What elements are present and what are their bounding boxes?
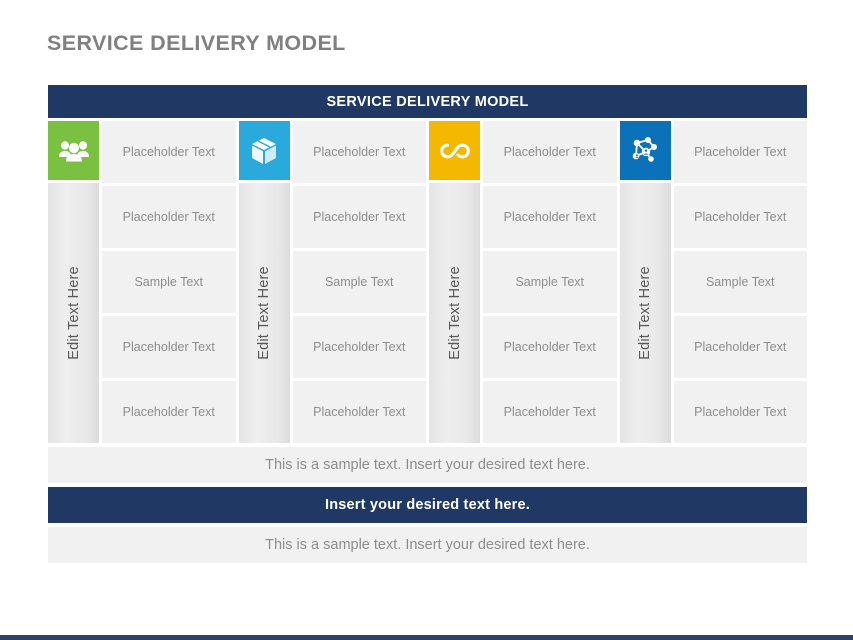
- icon-tile-3[interactable]: [429, 121, 480, 180]
- footer-bar-1[interactable]: This is a sample text. Insert your desir…: [48, 447, 807, 483]
- vertical-label-3[interactable]: Edit Text Here: [429, 183, 480, 443]
- page-bottom-accent-bar: [0, 635, 853, 640]
- column-group-4: Edit Text Here Placeholder Text Placehol…: [619, 121, 807, 443]
- column-cells-1: Placeholder Text Placeholder Text Sample…: [102, 121, 236, 443]
- vertical-label-text-4: Edit Text Here: [637, 266, 654, 360]
- cell-2-3[interactable]: Sample Text: [292, 251, 426, 313]
- cell-4-3[interactable]: Sample Text: [673, 251, 807, 313]
- page-title: SERVICE DELIVERY MODEL: [47, 31, 346, 55]
- cell-1-5[interactable]: Placeholder Text: [102, 381, 236, 443]
- cell-2-1[interactable]: Placeholder Text: [292, 121, 426, 183]
- icon-tile-4[interactable]: [619, 121, 671, 180]
- column-group-2: Edit Text Here Placeholder Text Placehol…: [238, 121, 426, 443]
- vertical-label-2[interactable]: Edit Text Here: [238, 183, 290, 443]
- vertical-label-text-3: Edit Text Here: [446, 266, 463, 360]
- column-cells-4: Placeholder Text Placeholder Text Sample…: [673, 121, 807, 443]
- cell-3-3[interactable]: Sample Text: [483, 251, 617, 313]
- diagram-header-band: SERVICE DELIVERY MODEL: [48, 85, 807, 118]
- cell-1-1[interactable]: Placeholder Text: [102, 121, 236, 183]
- cell-4-4[interactable]: Placeholder Text: [673, 316, 807, 378]
- column-group-1: Edit Text Here Placeholder Text Placehol…: [48, 121, 236, 443]
- cell-4-2[interactable]: Placeholder Text: [673, 186, 807, 248]
- cell-1-4[interactable]: Placeholder Text: [102, 316, 236, 378]
- cell-2-2[interactable]: Placeholder Text: [292, 186, 426, 248]
- icon-tile-1[interactable]: [48, 121, 99, 180]
- column-cells-2: Placeholder Text Placeholder Text Sample…: [292, 121, 426, 443]
- cell-3-1[interactable]: Placeholder Text: [483, 121, 617, 183]
- column-strip-1: Edit Text Here: [48, 121, 99, 443]
- cell-2-4[interactable]: Placeholder Text: [292, 316, 426, 378]
- cell-4-1[interactable]: Placeholder Text: [673, 121, 807, 183]
- package-box-icon: [250, 136, 278, 166]
- footer-bar-3[interactable]: This is a sample text. Insert your desir…: [48, 527, 807, 563]
- cell-4-5[interactable]: Placeholder Text: [673, 381, 807, 443]
- column-group-3: Edit Text Here Placeholder Text Placehol…: [429, 121, 617, 443]
- people-group-icon: [58, 138, 90, 164]
- footer-bar-2[interactable]: Insert your desired text here.: [48, 487, 807, 523]
- diagram-header-label: SERVICE DELIVERY MODEL: [326, 93, 529, 110]
- vertical-label-text-2: Edit Text Here: [256, 266, 273, 360]
- cell-3-4[interactable]: Placeholder Text: [483, 316, 617, 378]
- column-cells-3: Placeholder Text Placeholder Text Sample…: [483, 121, 617, 443]
- cell-3-5[interactable]: Placeholder Text: [483, 381, 617, 443]
- cell-2-5[interactable]: Placeholder Text: [292, 381, 426, 443]
- cell-3-2[interactable]: Placeholder Text: [483, 186, 617, 248]
- vertical-label-4[interactable]: Edit Text Here: [619, 183, 671, 443]
- icon-tile-2[interactable]: [238, 121, 290, 180]
- cell-1-3[interactable]: Sample Text: [102, 251, 236, 313]
- matrix: Edit Text Here Placeholder Text Placehol…: [48, 121, 807, 443]
- network-nodes-icon: [629, 136, 661, 166]
- column-strip-3: Edit Text Here: [429, 121, 480, 443]
- cell-1-2[interactable]: Placeholder Text: [102, 186, 236, 248]
- column-strip-4: Edit Text Here: [619, 121, 671, 443]
- infinity-loop-icon: [438, 141, 472, 161]
- service-delivery-model-diagram: SERVICE DELIVERY MODEL Edit Text Here Pl…: [48, 85, 807, 563]
- vertical-label-1[interactable]: Edit Text Here: [48, 183, 99, 443]
- column-strip-2: Edit Text Here: [238, 121, 290, 443]
- vertical-label-text-1: Edit Text Here: [65, 266, 82, 360]
